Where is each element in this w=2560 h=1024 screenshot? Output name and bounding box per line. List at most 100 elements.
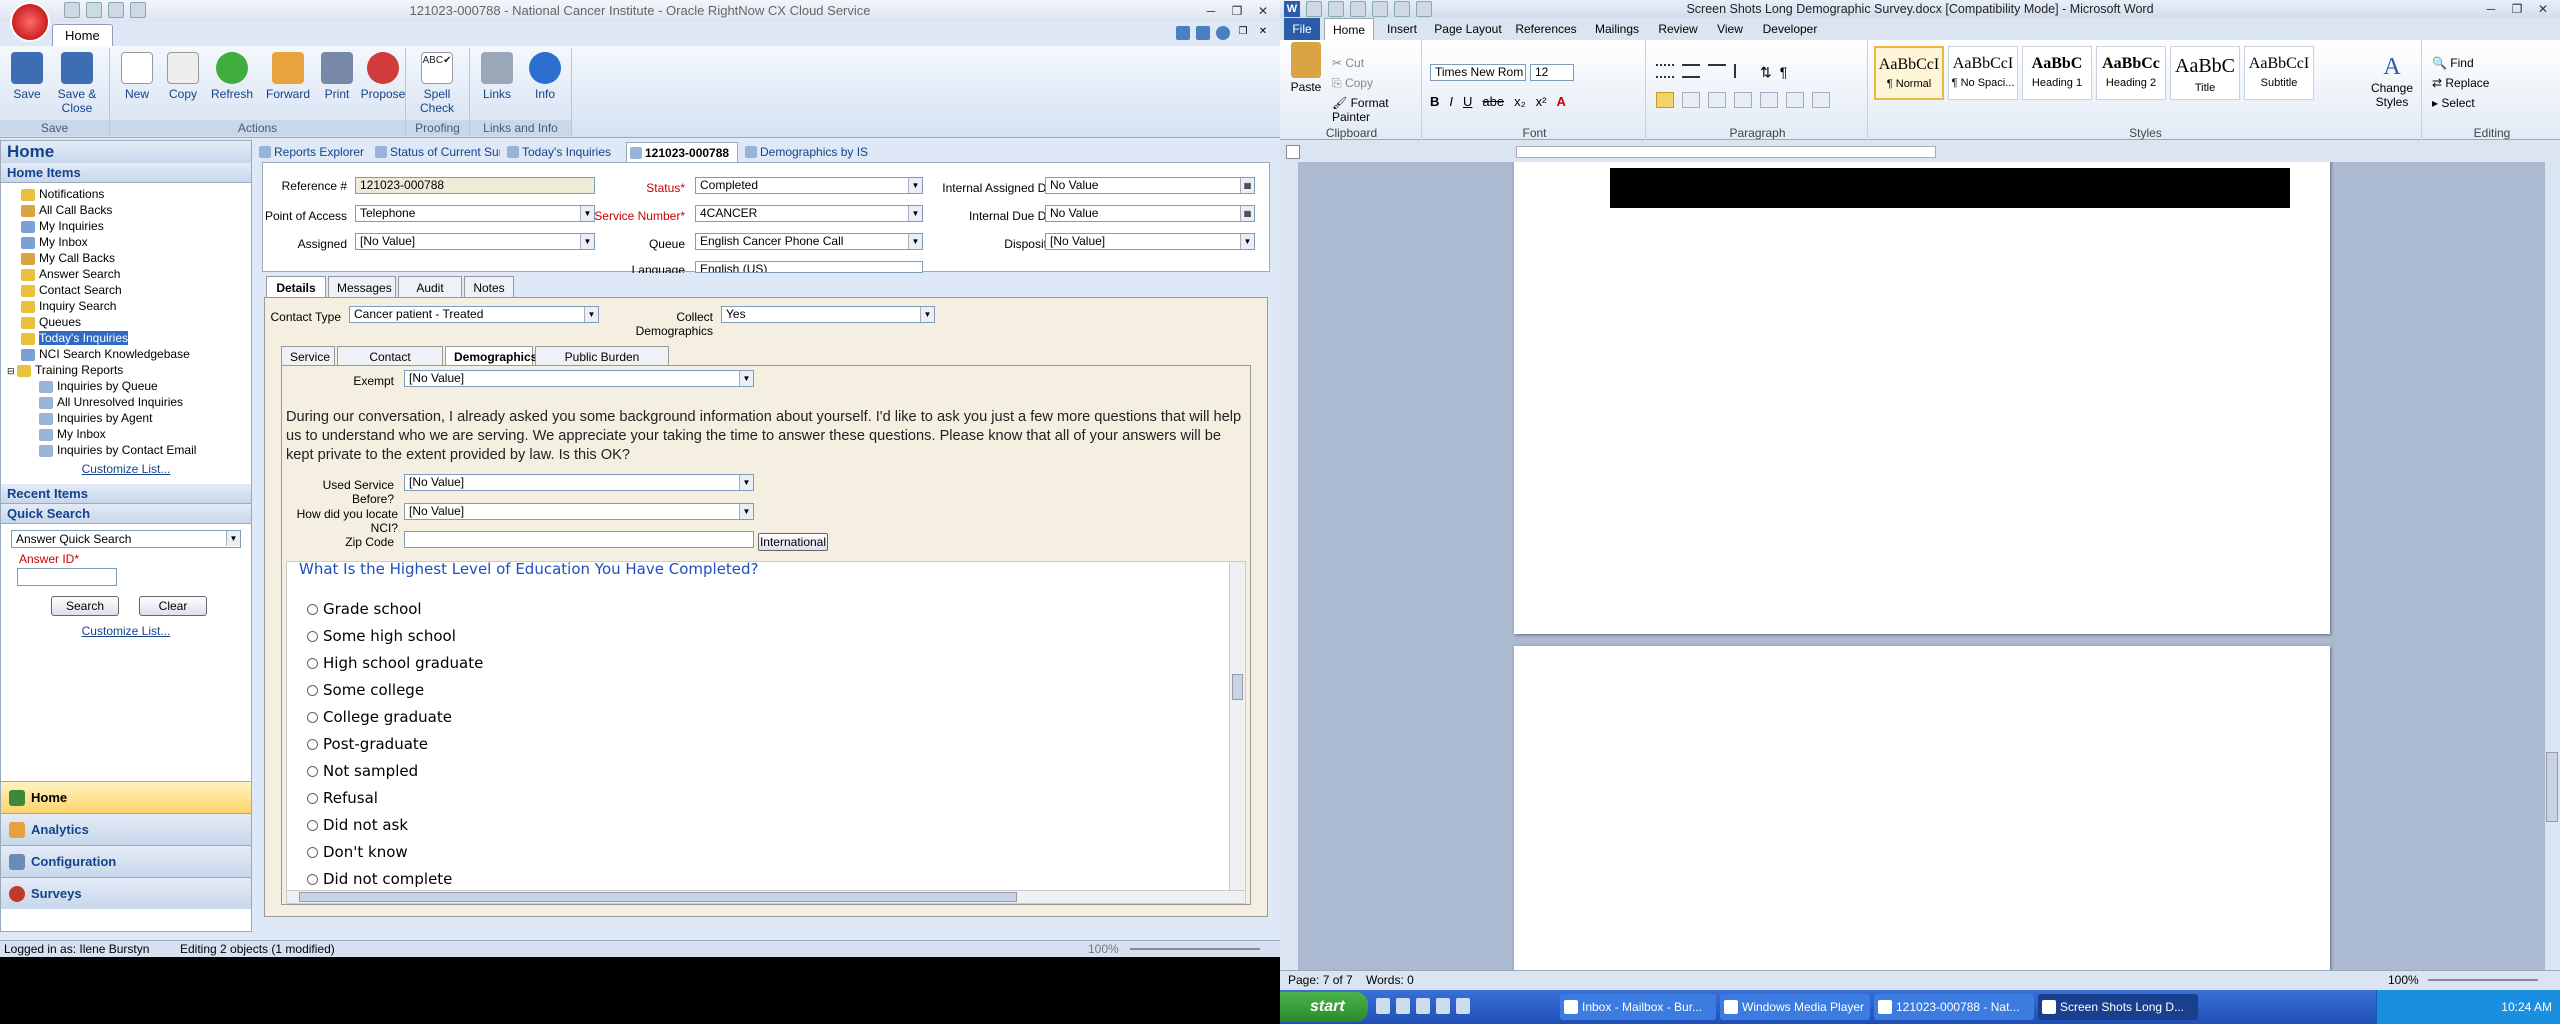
survey-option[interactable]: Did not complete — [307, 870, 452, 888]
home-item[interactable]: Inquiry Search — [21, 298, 251, 314]
style-gallery-item[interactable]: AaBbCcI ¶ Normal — [1874, 46, 1944, 100]
select-button[interactable]: ▸ Select — [2432, 96, 2475, 110]
doc-tab[interactable]: Status of Current Surveys — [372, 142, 500, 162]
word-tab[interactable]: Page Layout — [1430, 18, 1506, 40]
radio-button[interactable] — [307, 712, 318, 723]
word-tab[interactable]: File — [1284, 18, 1320, 40]
style-gallery-item[interactable]: AaBbC Heading 1 — [2022, 46, 2092, 100]
quick-launch-icon[interactable] — [1416, 998, 1430, 1014]
training-report-item[interactable]: All Unresolved Inquiries — [39, 394, 251, 410]
new-button[interactable]: New — [114, 52, 160, 101]
home-item[interactable]: Notifications — [21, 186, 251, 202]
links-button[interactable]: Links — [474, 52, 520, 101]
detail-tab[interactable]: Audit Log — [398, 276, 462, 317]
word-tab[interactable]: Insert — [1378, 18, 1426, 40]
word-tab[interactable]: Review — [1652, 18, 1704, 40]
clock[interactable]: 10:24 AM — [2501, 1000, 2552, 1014]
survey-scrollbar[interactable] — [1229, 562, 1245, 890]
indent-icon[interactable] — [1734, 64, 1752, 78]
radio-button[interactable] — [307, 604, 318, 615]
save-button[interactable]: Save — [4, 52, 50, 101]
survey-option[interactable]: Some college — [307, 681, 424, 699]
pilcrow-icon[interactable]: ¶ — [1780, 64, 1788, 81]
save-close-button[interactable]: Save & Close — [54, 52, 100, 115]
vertical-ruler[interactable] — [1280, 162, 1298, 970]
radio-button[interactable] — [307, 658, 318, 669]
refresh-button[interactable]: Refresh — [206, 52, 258, 101]
service-number-select[interactable]: 4CANCER ▼ — [695, 205, 923, 222]
cut-button[interactable]: ✂ Cut — [1332, 56, 1364, 70]
home-item[interactable]: Answer Search — [21, 266, 251, 282]
underline-icon[interactable]: U — [1463, 94, 1472, 109]
doc-tab[interactable]: Demographics by IS — [742, 142, 882, 162]
superscript-icon[interactable]: x² — [1536, 94, 1547, 109]
numbering-icon[interactable] — [1682, 64, 1700, 78]
strikethrough-icon[interactable]: abe — [1482, 94, 1504, 109]
borders-icon[interactable] — [1812, 92, 1830, 108]
search-button[interactable]: Search — [51, 596, 119, 616]
word-tab[interactable]: References — [1510, 18, 1582, 40]
training-report-item[interactable]: Inquiries by Agent — [39, 410, 251, 426]
assigned-select[interactable]: [No Value] ▼ — [355, 233, 595, 250]
nav-configuration-button[interactable]: Configuration — [1, 845, 251, 877]
font-color-icon[interactable]: A — [1557, 94, 1566, 109]
taskbar-item[interactable]: Inbox - Mailbox - Bur... — [1560, 994, 1716, 1020]
refresh-small-icon[interactable] — [1196, 26, 1210, 40]
internal-assigned-date-field[interactable]: No Value ▦ — [1045, 177, 1255, 194]
help-icon[interactable] — [1216, 26, 1230, 40]
doc-tab[interactable]: Today's Inquiries — [504, 142, 622, 162]
nav-surveys-button[interactable]: Surveys — [1, 877, 251, 909]
bold-icon[interactable]: B — [1430, 94, 1439, 109]
used-service-select[interactable]: [No Value] ▼ — [404, 474, 754, 491]
clear-button[interactable]: Clear — [139, 596, 207, 616]
internal-due-date-field[interactable]: No Value ▦ — [1045, 205, 1255, 222]
word-minimize-icon[interactable]: ─ — [2480, 0, 2502, 18]
customize-list-link-2[interactable]: Customize List... — [1, 624, 251, 638]
justify-icon[interactable] — [1734, 92, 1752, 108]
demographics-sub-tab[interactable]: Demographics — [445, 346, 537, 366]
detail-tab[interactable]: Details — [266, 276, 326, 298]
word-count[interactable]: Words: 0 — [1366, 971, 1414, 989]
home-item[interactable]: Today's Inquiries — [21, 330, 251, 346]
home-item[interactable]: My Inquiries — [21, 218, 251, 234]
home-item[interactable]: My Call Backs — [21, 250, 251, 266]
style-gallery-item[interactable]: AaBbC Title — [2170, 46, 2240, 100]
survey-option[interactable]: Don't know — [307, 843, 408, 861]
word-tab[interactable]: Developer — [1756, 18, 1824, 40]
home-items-header[interactable]: Home Items — [1, 163, 251, 183]
collapse-icon[interactable]: ⊟ — [7, 366, 17, 376]
style-gallery-item[interactable]: AaBbCcI ¶ No Spaci... — [1948, 46, 2018, 100]
shading-icon[interactable] — [1786, 92, 1804, 108]
style-gallery-item[interactable]: AaBbCcI Subtitle — [2244, 46, 2314, 100]
demographics-sub-tab[interactable]: Service — [281, 346, 335, 366]
calendar-icon[interactable]: ▦ — [1240, 206, 1254, 221]
taskbar-item[interactable]: 121023-000788 - Nat... — [1874, 994, 2034, 1020]
training-reports-folder[interactable]: ⊟ Training Reports — [7, 362, 251, 378]
tab-selector-icon[interactable] — [1286, 145, 1300, 159]
paste-button[interactable]: Paste — [1286, 42, 1326, 94]
nav-home-button[interactable]: Home — [1, 781, 251, 813]
home-item[interactable]: My Inbox — [21, 234, 251, 250]
survey-option[interactable]: Not sampled — [307, 762, 418, 780]
survey-option[interactable]: Did not ask — [307, 816, 408, 834]
home-item[interactable]: NCI Search Knowledgebase — [21, 346, 251, 362]
close-icon[interactable]: ✕ — [1252, 2, 1274, 20]
quick-launch-icon[interactable] — [1436, 998, 1450, 1014]
home-item[interactable]: All Call Backs — [21, 202, 251, 218]
page-count[interactable]: Page: 7 of 7 — [1288, 971, 1353, 989]
training-report-item[interactable]: My Inbox — [39, 426, 251, 442]
align-right-icon[interactable] — [1708, 92, 1726, 108]
nav-back-icon[interactable] — [1176, 26, 1190, 40]
detail-tab[interactable]: Messages — [328, 276, 396, 298]
survey-option[interactable]: High school graduate — [307, 654, 483, 672]
info-button[interactable]: Info — [522, 52, 568, 101]
doc-tab[interactable]: 121023-000788 — [626, 142, 738, 162]
demographics-sub-tab[interactable]: Public Burden Statement — [535, 346, 669, 384]
radio-button[interactable] — [307, 685, 318, 696]
quick-search-select[interactable]: Answer Quick Search ▼ — [11, 530, 241, 548]
radio-button[interactable] — [307, 874, 318, 885]
word-tab[interactable]: View — [1708, 18, 1752, 40]
radio-button[interactable] — [307, 631, 318, 642]
radio-button[interactable] — [307, 793, 318, 804]
disposition-select[interactable]: [No Value] ▼ — [1045, 233, 1255, 250]
